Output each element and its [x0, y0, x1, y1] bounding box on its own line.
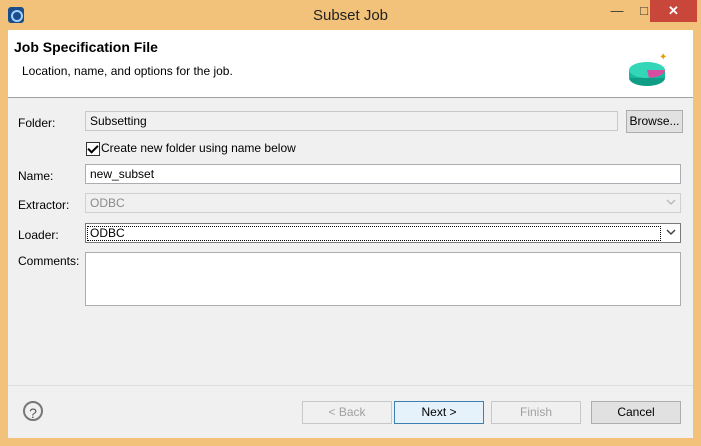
name-input[interactable]: new_subset [85, 164, 681, 184]
next-button[interactable]: Next > [394, 401, 484, 424]
database-pie-icon: ✦ [629, 52, 667, 86]
close-button[interactable]: ✕ [650, 0, 697, 22]
header-description: Location, name, and options for the job. [22, 64, 233, 78]
dialog-client: Job Specification File Location, name, a… [8, 30, 693, 438]
loader-select[interactable]: ODBC [85, 223, 681, 243]
finish-button: Finish [491, 401, 581, 424]
chevron-down-icon [666, 199, 676, 206]
wizard-header: Job Specification File Location, name, a… [8, 30, 693, 98]
dialog-window: Subset Job — □ ✕ Job Specification File … [0, 0, 701, 446]
loader-value: ODBC [87, 226, 661, 241]
extractor-select: ODBC [85, 193, 681, 213]
comments-textarea[interactable] [85, 252, 681, 306]
cancel-button[interactable]: Cancel [591, 401, 681, 424]
loader-label: Loader: [18, 228, 59, 242]
back-button: < Back [302, 401, 392, 424]
header-title: Job Specification File [14, 39, 158, 55]
chevron-down-icon [666, 229, 676, 236]
folder-label: Folder: [18, 116, 56, 130]
browse-button[interactable]: Browse... [626, 110, 683, 133]
extractor-value: ODBC [90, 196, 125, 210]
title-bar: Subset Job — □ ✕ [0, 0, 701, 30]
footer-separator [8, 385, 693, 386]
window-title: Subset Job [312, 7, 389, 24]
create-folder-checkbox[interactable] [86, 142, 100, 156]
minimize-button[interactable]: — [602, 0, 632, 22]
svg-text:✦: ✦ [659, 52, 667, 63]
comments-label: Comments: [18, 254, 80, 268]
help-icon[interactable]: ? [23, 401, 43, 421]
extractor-label: Extractor: [18, 198, 70, 212]
create-folder-label: Create new folder using name below [101, 141, 296, 155]
name-label: Name: [18, 169, 54, 183]
folder-field: Subsetting [85, 111, 618, 131]
